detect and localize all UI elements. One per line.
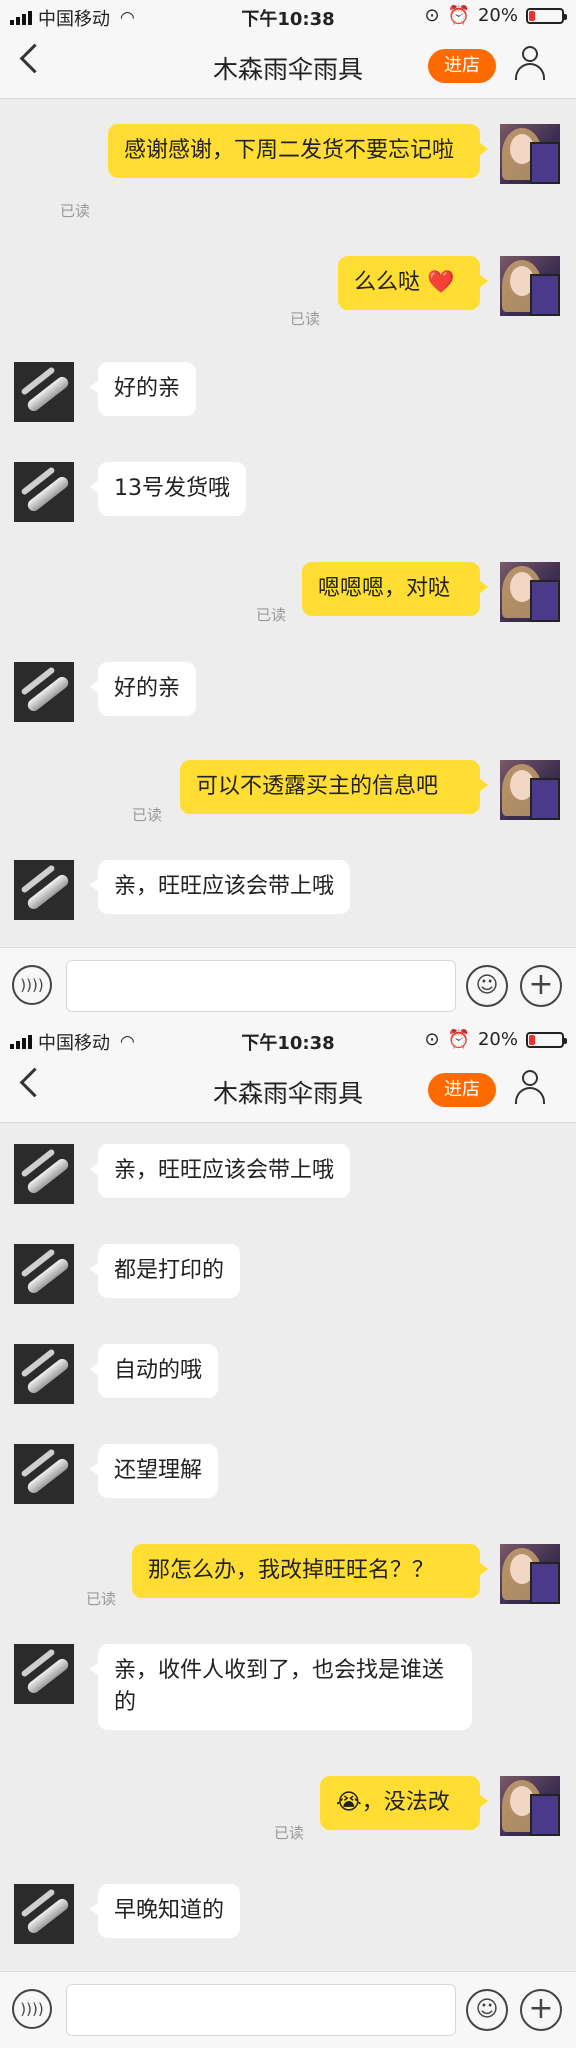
read-receipt: 已读	[256, 606, 287, 624]
seller-message[interactable]: 亲，旺旺应该会带上哦	[89, 860, 351, 914]
read-receipt: 已读	[86, 1590, 117, 1608]
seller-avatar[interactable]	[14, 662, 74, 722]
my-message[interactable]: 可以不透露买主的信息吧	[180, 760, 488, 814]
seller-avatar[interactable]	[14, 1244, 74, 1304]
my-avatar[interactable]	[500, 1544, 560, 1604]
battery-icon	[526, 1031, 567, 1048]
input-bar: )))) ☺ +	[0, 1971, 576, 2048]
voice-icon[interactable]: ))))	[12, 1989, 52, 2029]
battery-icon	[526, 7, 567, 24]
seller-avatar[interactable]	[14, 1884, 74, 1944]
seller-message[interactable]: 都是打印的	[89, 1244, 241, 1298]
message-input[interactable]	[66, 1984, 456, 2036]
seller-message[interactable]: 亲，旺旺应该会带上哦	[89, 1144, 351, 1198]
my-avatar[interactable]	[500, 760, 560, 820]
seller-avatar[interactable]	[14, 462, 74, 522]
seller-avatar[interactable]	[14, 1644, 74, 1704]
voice-icon[interactable]: ))))	[12, 965, 52, 1005]
my-avatar[interactable]	[500, 124, 560, 184]
my-avatar[interactable]	[500, 1776, 560, 1836]
my-avatar[interactable]	[500, 562, 560, 622]
my-message[interactable]: 嗯嗯嗯，对哒	[302, 562, 488, 616]
seller-avatar[interactable]	[14, 1344, 74, 1404]
alarm-icon: ⏰	[447, 5, 470, 26]
nav-bar: 木森雨伞雨具 进店	[0, 1056, 576, 1123]
read-receipt: 已读	[274, 1824, 305, 1842]
alarm-icon: ⏰	[447, 1029, 470, 1050]
seller-avatar[interactable]	[14, 1444, 74, 1504]
seller-message[interactable]: 好的亲	[89, 662, 197, 716]
chat-screen-2: 中国移动 ◠ 下午10:38 ⊙ ⏰ 20% 木森雨伞雨具 进店 亲，旺旺应该会…	[0, 1024, 576, 2048]
plus-icon[interactable]: +	[520, 965, 562, 1007]
seller-message[interactable]: 早晚知道的	[89, 1884, 241, 1938]
seller-avatar[interactable]	[14, 860, 74, 920]
status-bar: 中国移动 ◠ 下午10:38 ⊙ ⏰ 20%	[0, 1024, 576, 1056]
my-message[interactable]: 那怎么办，我改掉旺旺名？？	[132, 1544, 488, 1598]
read-receipt: 已读	[60, 202, 91, 220]
emoji-icon[interactable]: ☺	[466, 1989, 508, 2031]
seller-avatar[interactable]	[14, 362, 74, 422]
nav-bar: 木森雨伞雨具 进店	[0, 32, 576, 99]
battery-percent: 20%	[477, 1029, 518, 1050]
enter-shop-button[interactable]: 进店	[428, 1073, 496, 1107]
rotation-lock-icon: ⊙	[424, 5, 440, 26]
person-icon[interactable]	[514, 46, 546, 80]
read-receipt: 已读	[132, 806, 163, 824]
seller-message[interactable]: 还望理解	[89, 1444, 219, 1498]
enter-shop-button[interactable]: 进店	[428, 49, 496, 83]
plus-icon[interactable]: +	[520, 1989, 562, 2031]
chat-screen-1: 中国移动 ◠ 下午10:38 ⊙ ⏰ 20% 木森雨伞雨具 进店 感谢感谢，下周…	[0, 0, 576, 1024]
message-input[interactable]	[66, 960, 456, 1012]
seller-message[interactable]: 亲，收件人收到了，也会找是谁送的	[90, 1644, 472, 1730]
emoji-icon[interactable]: ☺	[466, 965, 508, 1007]
battery-percent: 20%	[477, 5, 518, 26]
my-avatar[interactable]	[500, 256, 560, 316]
seller-avatar[interactable]	[14, 1144, 74, 1204]
seller-message[interactable]: 自动的哦	[89, 1344, 219, 1398]
my-message[interactable]: 感谢感谢，下周二发货不要忘记啦	[108, 124, 488, 178]
my-message[interactable]: 😭，没法改	[320, 1776, 488, 1830]
input-bar: )))) ☺ +	[0, 947, 576, 1024]
read-receipt: 已读	[290, 310, 321, 328]
status-bar: 中国移动 ◠ 下午10:38 ⊙ ⏰ 20%	[0, 0, 576, 32]
seller-message[interactable]: 好的亲	[89, 362, 197, 416]
rotation-lock-icon: ⊙	[424, 1029, 440, 1050]
my-message[interactable]: 么么哒 ❤️	[338, 256, 488, 310]
seller-message[interactable]: 13号发货哦	[90, 462, 246, 516]
person-icon[interactable]	[514, 1070, 546, 1104]
